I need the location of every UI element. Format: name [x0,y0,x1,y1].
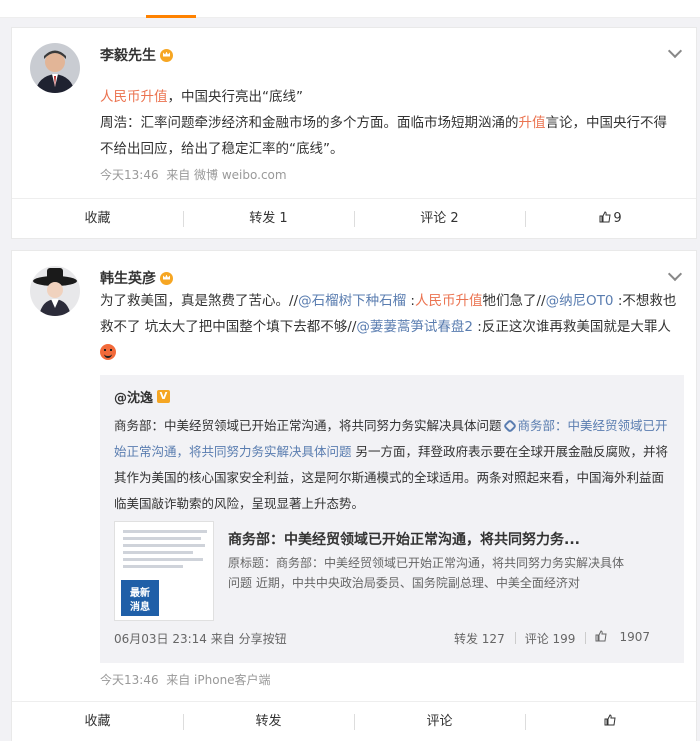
repost-meta[interactable]: 06月03日 23:14 来自 分享按钮 [114,630,287,647]
svg-text:消息: 消息 [130,600,150,613]
post-time[interactable]: 今天13:46 [100,673,159,687]
like-button[interactable] [525,702,696,741]
like-button[interactable]: 9 [525,199,696,238]
repost-text: 商务部：中美经贸领域已开始正常沟通，将共同努力务实解决具体问题 商务部：中美经贸… [114,413,674,517]
mention-link-3[interactable]: @萋萋蒿笋试春盘2 [356,319,473,335]
comment-button[interactable]: 评论 [354,702,525,741]
chevron-down-icon[interactable] [667,266,683,282]
body-text-a: 周浩：汇率问题牵涉经济和金融市场的多个方面。面临市场短期汹涌的 [100,115,519,131]
top-tab-strip [0,0,700,18]
post-meta: 今天13:46 来自 iPhone客户端 [100,671,271,688]
favorite-button[interactable]: 收藏 [12,199,183,238]
headline-text: ，中国央行亮出“底线” [167,89,304,105]
repost-label: 转发 1 [249,211,288,226]
article-card[interactable]: 最新 消息 商务部：中美经贸领域已开始正常沟通，将共同努力务... 原标题：商务… [114,521,674,621]
post-body: 周浩：汇率问题牵涉经济和金融市场的多个方面。面临市场短期汹涌的升值言论，中国央行… [100,110,678,162]
favorite-label: 收藏 [84,211,111,226]
verified-badge-icon: V [157,390,171,403]
repost-stats: 转发 127 评论 199 1907 [444,630,670,647]
repost-text-1: 商务部：中美经贸领域已开始正常沟通，将共同努力务实解决具体问题 [114,418,506,433]
like-count: 9 [613,211,622,226]
repost-author-name[interactable]: @沈逸 [114,387,153,406]
body-text-1: 为了救美国，真是煞费了苦心。// [100,293,299,309]
repost-button[interactable]: 转发 [183,702,354,741]
thumb-up-icon [604,714,616,726]
action-bar: 收藏 转发 1 评论 2 9 [12,198,696,238]
angry-emoji-icon [100,344,116,360]
author-name[interactable]: 李毅先生 [100,45,173,65]
post-source: 来自 iPhone客户端 [166,673,271,687]
avatar[interactable] [30,266,80,316]
body-text-5: :反正这次谁再救美国就是大罪人 [472,319,671,335]
repost-button[interactable]: 转发 1 [183,199,354,238]
favorite-label: 收藏 [84,714,111,729]
thumbnail-label: 最新 [130,586,150,599]
crown-icon [160,271,173,285]
favorite-button[interactable]: 收藏 [12,702,183,741]
post-meta: 今天13:46 来自 微博 weibo.com [100,166,287,183]
repost-like-count: 1907 [619,630,650,644]
feed-card-1: 李毅先生 人民币升值，中国央行亮出“底线” 周浩：汇率问题牵涉经济和金融市场的多… [11,27,697,239]
post-time[interactable]: 今天13:46 [100,168,159,182]
post-source: 来自 微博 weibo.com [166,168,287,182]
crown-icon [160,48,173,62]
keyword-link[interactable]: 升值 [519,115,546,131]
chevron-down-icon[interactable] [667,43,683,59]
post-body: 为了救美国，真是煞费了苦心。//@石榴树下种石榴 :人民币升值牠们急了//@纳尼… [100,288,678,366]
article-description: 原标题：商务部：中美经贸领域已开始正常沟通，将共同努力务实解决具体问题 近期，中… [228,556,625,590]
repost-comment-count[interactable]: 评论 199 [514,630,586,647]
comment-label: 评论 [426,714,453,729]
mention-link-1[interactable]: @石榴树下种石榴 [298,293,406,309]
author-name-text[interactable]: 韩生英彦 [100,268,156,288]
topic-link[interactable]: 人民币升值 [100,89,168,105]
repost-like[interactable]: 1907 [585,630,670,647]
topic-link[interactable]: 人民币升值 [415,293,483,309]
body-text-3: 牠们急了// [482,293,546,309]
repost-author[interactable]: @沈逸 V [114,387,171,406]
avatar[interactable] [30,43,80,93]
reposted-content: @沈逸 V 商务部：中美经贸领域已开始正常沟通，将共同努力务实解决具体问题 商务… [100,375,684,663]
active-tab-indicator [146,15,196,18]
mention-link-2[interactable]: @纳尼OT0 [546,293,614,309]
repost-repost-count[interactable]: 转发 127 [444,630,515,647]
author-name-text[interactable]: 李毅先生 [100,45,156,65]
repost-label: 转发 [255,714,282,729]
link-icon [503,418,518,434]
post-headline: 人民币升值，中国央行亮出“底线” [100,84,678,110]
body-text-2: : [406,293,415,309]
author-name[interactable]: 韩生英彦 [100,268,173,288]
comment-label: 评论 2 [420,211,459,226]
thumb-up-icon [599,211,611,223]
article-title[interactable]: 商务部：中美经贸领域已开始正常沟通，将共同努力务... [228,529,580,549]
feed-card-2: 韩生英彦 为了救美国，真是煞费了苦心。//@石榴树下种石榴 :人民币升值牠们急了… [11,250,697,741]
thumb-up-icon [595,630,608,642]
comment-button[interactable]: 评论 2 [354,199,525,238]
article-thumbnail[interactable]: 最新 消息 [114,521,214,621]
action-bar: 收藏 转发 评论 [12,701,696,741]
